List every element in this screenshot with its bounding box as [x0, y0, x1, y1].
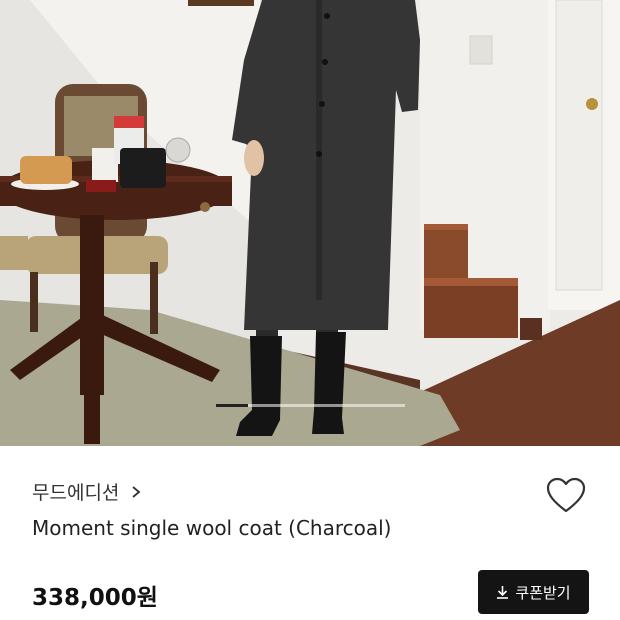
- chevron-right-icon: [132, 485, 141, 498]
- product-photo: [0, 0, 620, 446]
- heart-icon[interactable]: [546, 477, 586, 515]
- product-image-carousel[interactable]: [0, 0, 620, 446]
- carousel-progress-bar: [216, 404, 405, 407]
- brand-name: 무드에디션: [32, 482, 120, 504]
- download-icon: [497, 586, 509, 599]
- carousel-progress-fill: [216, 404, 249, 407]
- brand-link[interactable]: 무드에디션: [32, 478, 143, 505]
- product-title: Moment single wool coat (Charcoal): [32, 516, 392, 540]
- product-price: 338,000원: [32, 585, 158, 611]
- coupon-download-button[interactable]: 쿠폰받기: [478, 570, 589, 614]
- coupon-label: 쿠폰받기: [515, 583, 571, 602]
